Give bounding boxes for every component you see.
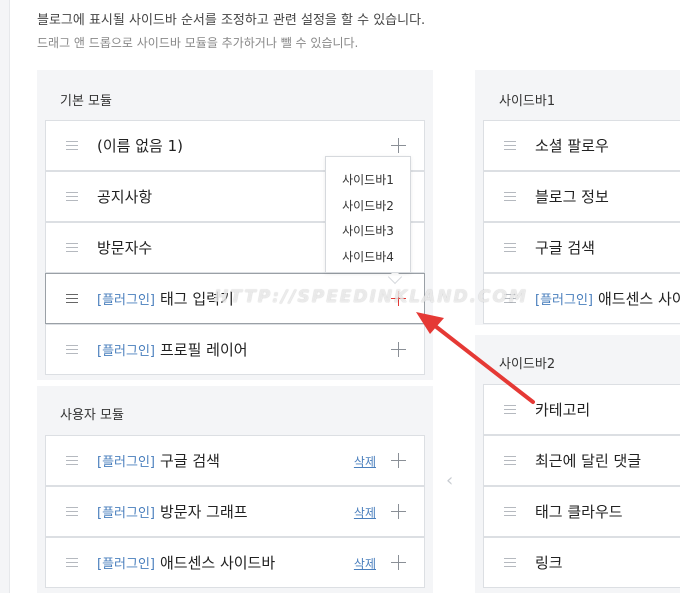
module-name: 방문자수: [97, 239, 153, 257]
sidebar-item-name: 블로그 정보: [535, 188, 609, 206]
sidebar1-title: 사이드바1: [499, 94, 556, 109]
description-line-2: 드래그 앤 드롭으로 사이드바 모듈을 추가하거나 뺄 수 있습니다.: [37, 36, 359, 50]
drag-handle-icon[interactable]: [66, 141, 78, 150]
sidebar-item[interactable]: 구글 검색: [483, 222, 680, 273]
drag-handle-icon[interactable]: [504, 558, 516, 567]
sidebar-item-name: 링크: [535, 554, 563, 572]
module-item[interactable]: [플러그인] 애드센스 사이드바 삭제: [45, 537, 425, 588]
sidebar-item[interactable]: 링크: [483, 537, 680, 588]
module-name: 구글 검색: [159, 452, 220, 470]
drag-handle-icon[interactable]: [504, 456, 516, 465]
drag-handle-icon[interactable]: [66, 456, 78, 465]
plugin-tag: [플러그인]: [97, 557, 155, 572]
plugin-tag: [플러그인]: [97, 506, 155, 521]
drag-handle-icon[interactable]: [504, 405, 516, 414]
sidebar-item-name: 최근에 달린 댓글: [535, 452, 642, 470]
menu-item-sidebar1[interactable]: 사이드바1: [326, 171, 410, 197]
watermark-text: HTTP://SPEEDINKLAND.COM: [214, 287, 528, 307]
drag-handle-icon[interactable]: [66, 294, 78, 303]
menu-item-sidebar2[interactable]: 사이드바2: [326, 197, 410, 223]
module-item[interactable]: [플러그인] 프로필 레이어: [45, 324, 425, 375]
sidebar-select-menu[interactable]: 사이드바1 사이드바2 사이드바3 사이드바4: [325, 156, 411, 273]
drag-handle-icon[interactable]: [66, 507, 78, 516]
user-modules-title: 사용자 모듈: [60, 408, 124, 423]
add-plus-icon[interactable]: [391, 138, 406, 153]
menu-item-sidebar4[interactable]: 사이드바4: [326, 248, 410, 274]
drag-handle-icon[interactable]: [504, 507, 516, 516]
sidebar-item[interactable]: 블로그 정보: [483, 171, 680, 222]
module-item[interactable]: [플러그인] 방문자 그래프 삭제: [45, 486, 425, 537]
sidebar-item-name: 소셜 팔로우: [535, 137, 609, 155]
sidebar-item-name: 태그 클라우드: [535, 503, 623, 521]
sidebar-item[interactable]: 태그 클라우드: [483, 486, 680, 537]
delete-link[interactable]: 삭제: [354, 504, 376, 521]
module-name: 프로필 레이어: [159, 341, 248, 359]
drag-handle-icon[interactable]: [66, 558, 78, 567]
add-plus-icon[interactable]: [391, 342, 406, 357]
module-name: 공지사항: [97, 188, 153, 206]
sidebar-item-name: 애드센스 사이: [597, 290, 680, 308]
sidebar-item-name: 구글 검색: [535, 239, 595, 257]
sidebar-item-name: 카테고리: [535, 401, 591, 419]
delete-link[interactable]: 삭제: [354, 453, 376, 470]
add-plus-icon[interactable]: [391, 555, 406, 570]
sidebar-item[interactable]: 소셜 팔로우: [483, 120, 680, 171]
module-name: 방문자 그래프: [159, 503, 248, 521]
module-item[interactable]: [플러그인] 구글 검색 삭제: [45, 435, 425, 486]
sidebar-item[interactable]: 최근에 달린 댓글: [483, 435, 680, 486]
plugin-tag: [플러그인]: [97, 344, 155, 359]
drag-handle-icon[interactable]: [504, 141, 516, 150]
drag-handle-icon[interactable]: [504, 243, 516, 252]
add-plus-icon[interactable]: [391, 453, 406, 468]
description-line-1: 블로그에 표시될 사이드바 순서를 조정하고 관련 설정을 할 수 있습니다.: [37, 13, 426, 28]
plugin-tag: [플러그인]: [97, 455, 155, 470]
drag-handle-icon[interactable]: [504, 192, 516, 201]
menu-item-sidebar3[interactable]: 사이드바3: [326, 222, 410, 248]
module-name: (이름 없음 1): [97, 137, 183, 155]
sidebar-item[interactable]: 카테고리: [483, 384, 680, 435]
sidebar2-title: 사이드바2: [499, 357, 556, 372]
plugin-tag: [플러그인]: [97, 293, 155, 308]
module-name: 애드센스 사이드바: [159, 554, 276, 572]
drag-handle-icon[interactable]: [66, 243, 78, 252]
delete-link[interactable]: 삭제: [354, 555, 376, 572]
drag-handle-icon[interactable]: [66, 192, 78, 201]
plugin-tag: [플러그인]: [535, 293, 593, 308]
basic-modules-title: 기본 모듈: [60, 94, 112, 109]
left-sidebar-edge: [0, 0, 10, 593]
drag-handle-icon[interactable]: [66, 345, 78, 354]
chevron-left-icon[interactable]: ‹: [446, 470, 453, 491]
add-plus-icon[interactable]: [391, 504, 406, 519]
